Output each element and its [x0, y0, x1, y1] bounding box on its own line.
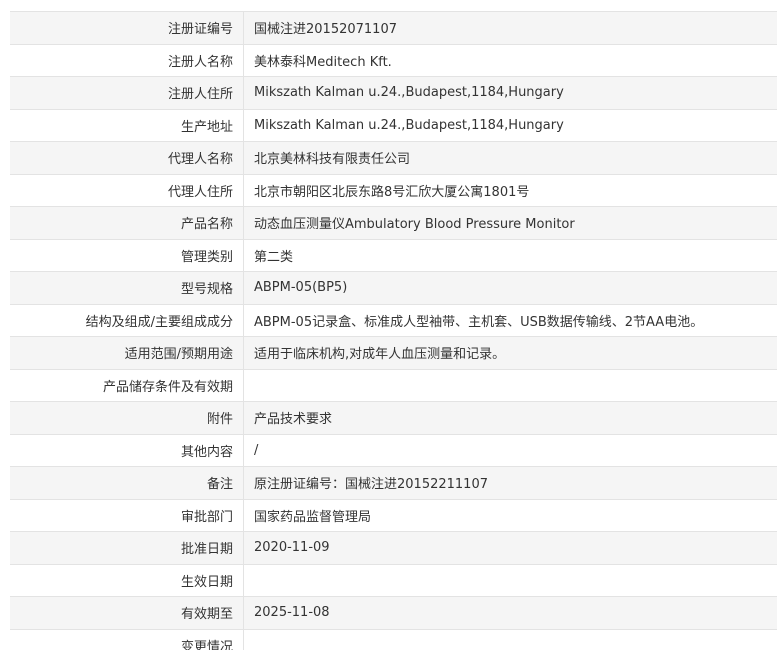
table-row: 适用范围/预期用途 适用于临床机构,对成年人血压测量和记录。: [10, 336, 777, 370]
row-value: [243, 628, 777, 650]
row-value: /: [243, 433, 777, 467]
row-value: 国家药品监督管理局: [243, 498, 777, 532]
row-label: 管理类别: [10, 238, 244, 272]
row-label: 审批部门: [10, 498, 244, 532]
table-row: 有效期至 2025-11-08: [10, 596, 777, 630]
row-value: 国械注进20152071107: [243, 11, 777, 45]
row-value: 适用于临床机构,对成年人血压测量和记录。: [243, 336, 777, 370]
table-row: 注册人名称 美林泰科Meditech Kft.: [10, 43, 777, 77]
table-row: 代理人名称 北京美林科技有限责任公司: [10, 141, 777, 175]
row-value: 产品技术要求: [243, 401, 777, 435]
table-row: 其他内容 /: [10, 433, 777, 467]
row-label: 注册人住所: [10, 76, 244, 110]
table-row: 备注 原注册证编号：国械注进20152211107: [10, 466, 777, 500]
registration-detail-table: 注册证编号 国械注进20152071107 注册人名称 美林泰科Meditech…: [10, 11, 777, 650]
row-label: 生产地址: [10, 108, 244, 142]
table-row: 审批部门 国家药品监督管理局: [10, 498, 777, 532]
row-value: ABPM-05记录盒、标准成人型袖带、主机套、USB数据传输线、2节AA电池。: [243, 303, 777, 337]
table-row: 注册证编号 国械注进20152071107: [10, 11, 777, 45]
row-label: 生效日期: [10, 563, 244, 597]
table-row: 产品储存条件及有效期: [10, 368, 777, 402]
row-value: [243, 368, 777, 402]
row-value: 动态血压测量仪Ambulatory Blood Pressure Monitor: [243, 206, 777, 240]
row-label: 代理人名称: [10, 141, 244, 175]
table-row: 生产地址 Mikszath Kalman u.24.,Budapest,1184…: [10, 108, 777, 142]
row-value: Mikszath Kalman u.24.,Budapest,1184,Hung…: [243, 108, 777, 142]
row-value: ABPM-05(BP5): [243, 271, 777, 305]
row-value: 原注册证编号：国械注进20152211107: [243, 466, 777, 500]
row-value: 2025-11-08: [243, 596, 777, 630]
row-label: 产品名称: [10, 206, 244, 240]
row-label: 结构及组成/主要组成成分: [10, 303, 244, 337]
row-label: 备注: [10, 466, 244, 500]
row-label: 产品储存条件及有效期: [10, 368, 244, 402]
row-value: 北京市朝阳区北辰东路8号汇欣大厦公寓1801号: [243, 173, 777, 207]
row-value: Mikszath Kalman u.24.,Budapest,1184,Hung…: [243, 76, 777, 110]
table-row: 附件 产品技术要求: [10, 401, 777, 435]
row-label: 批准日期: [10, 531, 244, 565]
registration-detail-page: 注册证编号 国械注进20152071107 注册人名称 美林泰科Meditech…: [0, 0, 777, 650]
row-value: 美林泰科Meditech Kft.: [243, 43, 777, 77]
row-label: 有效期至: [10, 596, 244, 630]
row-label: 适用范围/预期用途: [10, 336, 244, 370]
table-row: 管理类别 第二类: [10, 238, 777, 272]
row-value: [243, 563, 777, 597]
row-value: 第二类: [243, 238, 777, 272]
table-row: 注册人住所 Mikszath Kalman u.24.,Budapest,118…: [10, 76, 777, 110]
table-row: 结构及组成/主要组成成分 ABPM-05记录盒、标准成人型袖带、主机套、USB数…: [10, 303, 777, 337]
table-row: 代理人住所 北京市朝阳区北辰东路8号汇欣大厦公寓1801号: [10, 173, 777, 207]
table-row: 批准日期 2020-11-09: [10, 531, 777, 565]
row-label: 变更情况: [10, 628, 244, 650]
row-label: 注册人名称: [10, 43, 244, 77]
row-value: 北京美林科技有限责任公司: [243, 141, 777, 175]
table-row: 产品名称 动态血压测量仪Ambulatory Blood Pressure Mo…: [10, 206, 777, 240]
row-label: 附件: [10, 401, 244, 435]
row-label: 注册证编号: [10, 11, 244, 45]
row-value: 2020-11-09: [243, 531, 777, 565]
row-label: 型号规格: [10, 271, 244, 305]
table-row: 型号规格 ABPM-05(BP5): [10, 271, 777, 305]
table-row: 变更情况: [10, 628, 777, 650]
table-row: 生效日期: [10, 563, 777, 597]
row-label: 代理人住所: [10, 173, 244, 207]
row-label: 其他内容: [10, 433, 244, 467]
